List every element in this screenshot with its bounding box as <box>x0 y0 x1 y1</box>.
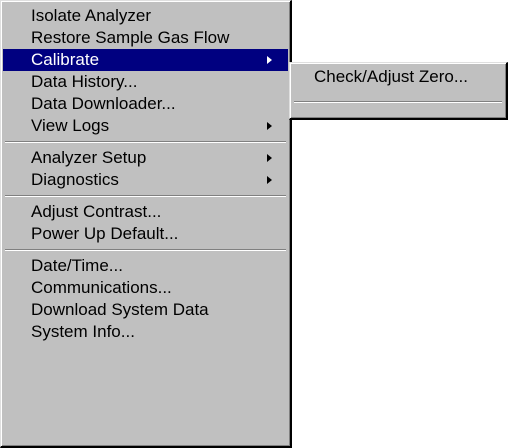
menu-item-power-up-default[interactable]: Power Up Default... <box>3 223 288 245</box>
menu-item-isolate-analyzer[interactable]: Isolate Analyzer <box>3 5 288 27</box>
menu-item-data-downloader[interactable]: Data Downloader... <box>3 93 288 115</box>
menu-item-restore-sample-gas-flow[interactable]: Restore Sample Gas Flow <box>3 27 288 49</box>
menu-item-label: Isolate Analyzer <box>31 6 152 25</box>
menu-item-label: Power Up Default... <box>31 224 179 243</box>
submenu-arrow-icon <box>267 56 272 64</box>
menu-item-analyzer-setup[interactable]: Analyzer Setup <box>3 147 288 169</box>
screen: Isolate Analyzer Restore Sample Gas Flow… <box>0 0 508 448</box>
submenu-arrow-icon <box>267 176 272 184</box>
menu-item-label: Calibrate <box>31 50 100 69</box>
menu-item-label: Restore Sample Gas Flow <box>31 28 230 47</box>
menu-item-adjust-contrast[interactable]: Adjust Contrast... <box>3 201 288 223</box>
menu-item-label: Download System Data <box>31 300 209 319</box>
submenu-separator <box>294 101 502 103</box>
menu-item-label: Check/Adjust Zero... <box>314 67 469 86</box>
menu-item-date-time[interactable]: Date/Time... <box>3 255 288 277</box>
menu-item-download-system-data[interactable]: Download System Data <box>3 299 288 321</box>
menu-item-label: Data Downloader... <box>31 94 176 113</box>
menu-separator <box>3 245 288 255</box>
menu-separator <box>3 137 288 147</box>
menu-item-label: Analyzer Setup <box>31 148 147 167</box>
menu-separator <box>3 191 288 201</box>
menu-item-check-adjust-zero[interactable]: Check/Adjust Zero... <box>292 66 504 88</box>
calibrate-submenu: Check/Adjust Zero... <box>289 62 508 120</box>
menu-item-label: Data History... <box>31 72 138 91</box>
menu-item-view-logs[interactable]: View Logs <box>3 115 288 137</box>
submenu-arrow-icon <box>267 122 272 130</box>
submenu-arrow-icon <box>267 154 272 162</box>
menu-item-diagnostics[interactable]: Diagnostics <box>3 169 288 191</box>
menu-item-label: Diagnostics <box>31 170 119 189</box>
menu-item-communications[interactable]: Communications... <box>3 277 288 299</box>
context-menu: Isolate Analyzer Restore Sample Gas Flow… <box>0 0 292 448</box>
menu-item-label: Adjust Contrast... <box>31 202 162 221</box>
menu-item-label: Communications... <box>31 278 172 297</box>
menu-item-label: System Info... <box>31 322 135 341</box>
menu-item-label: View Logs <box>31 116 110 135</box>
menu-item-system-info[interactable]: System Info... <box>3 321 288 343</box>
menu-item-calibrate[interactable]: Calibrate <box>3 49 288 71</box>
menu-item-data-history[interactable]: Data History... <box>3 71 288 93</box>
menu-item-label: Date/Time... <box>31 256 123 275</box>
